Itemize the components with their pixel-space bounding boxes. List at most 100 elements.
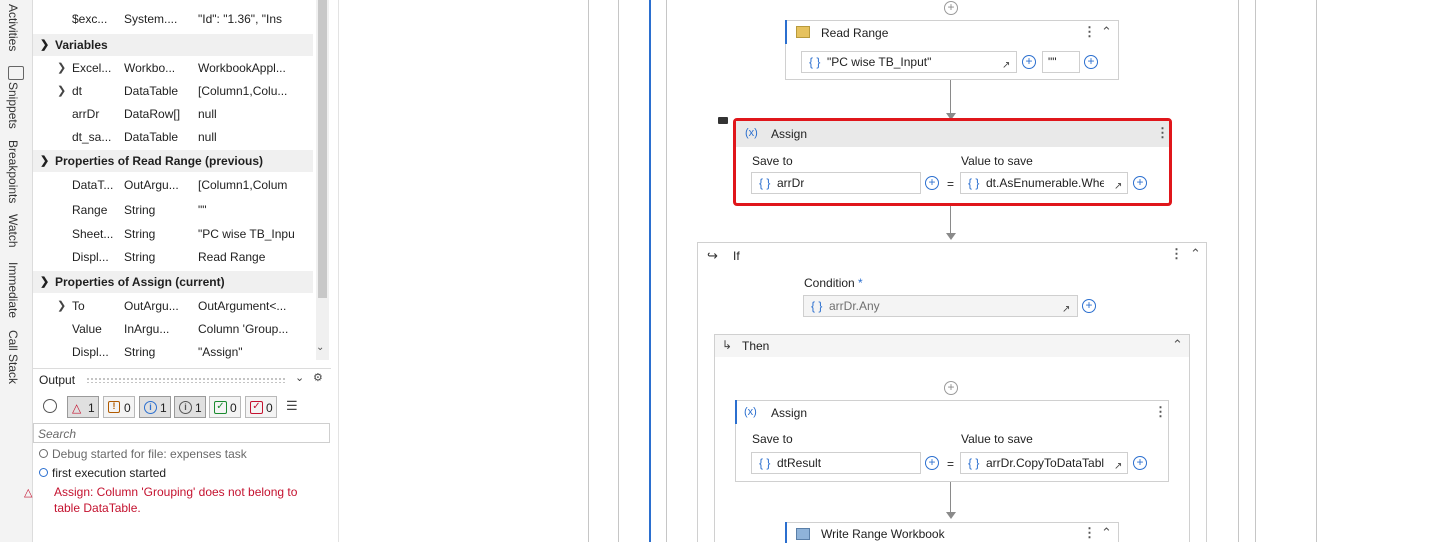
- add-variable-icon[interactable]: +: [1082, 299, 1096, 313]
- chevron-right-icon[interactable]: ❯: [57, 295, 66, 318]
- expression-icon: { }: [968, 176, 980, 190]
- more-options-icon[interactable]: ⋮: [1156, 125, 1169, 141]
- activity-title: Assign: [771, 127, 808, 141]
- sheet-name-field[interactable]: { } "PC wise TB_Input" ↗: [801, 51, 1017, 73]
- add-variable-icon[interactable]: +: [1133, 456, 1147, 470]
- tab-activities[interactable]: Activities: [6, 4, 20, 51]
- info-icon: [39, 468, 48, 477]
- error-icon: △: [24, 487, 33, 499]
- filter-verbose-button[interactable]: ✓ 0: [245, 396, 277, 418]
- save-to-field[interactable]: { } dtResult: [751, 452, 921, 474]
- property-row[interactable]: DataT... OutArgu... [Column1,Colum: [33, 174, 313, 197]
- variable-row[interactable]: dt_sa... DataTable null: [33, 126, 313, 149]
- property-row[interactable]: Value InArgu... Column 'Group...: [33, 318, 313, 341]
- add-variable-icon[interactable]: +: [1084, 55, 1098, 69]
- history-icon[interactable]: [43, 399, 57, 413]
- warning-icon: !: [108, 401, 120, 413]
- filter-warning-button[interactable]: ! 0: [103, 396, 135, 418]
- add-variable-icon[interactable]: +: [925, 456, 939, 470]
- expression-icon: { }: [968, 456, 980, 470]
- collapse-icon[interactable]: ⌃: [1101, 525, 1112, 541]
- section-read-range-properties[interactable]: ❯ Properties of Read Range (previous): [33, 150, 313, 172]
- tab-immediate[interactable]: Immediate: [6, 262, 20, 318]
- tab-snippets[interactable]: Snippets: [6, 82, 20, 129]
- tab-call-stack[interactable]: Call Stack: [6, 330, 20, 384]
- variable-row[interactable]: ❯ Excel... Workbo... WorkbookAppl...: [33, 57, 313, 80]
- property-row[interactable]: Displ... String "Assign": [33, 341, 313, 364]
- more-options-icon[interactable]: ⋮: [1170, 246, 1183, 262]
- success-icon: ✓: [214, 401, 227, 414]
- output-message-error[interactable]: △ Assign: Column 'Grouping' does not belo…: [24, 485, 319, 516]
- more-options-icon[interactable]: ⋮: [1154, 404, 1167, 420]
- info-icon: i: [144, 401, 157, 414]
- filter-success-button[interactable]: ✓ 0: [209, 396, 241, 418]
- condition-field[interactable]: { } arrDr.Any ↗: [803, 295, 1078, 317]
- breakpoint-marker-icon: [718, 117, 728, 124]
- property-row[interactable]: Displ... String Read Range: [33, 246, 313, 269]
- output-title: Output: [39, 373, 76, 387]
- collapse-icon[interactable]: ⌃: [1101, 24, 1112, 40]
- connector-line: [950, 206, 951, 234]
- chevron-right-icon[interactable]: ❯: [57, 80, 66, 103]
- sequence-border-inner2: [666, 0, 667, 542]
- more-options-icon[interactable]: ⋮: [1083, 24, 1096, 40]
- property-row[interactable]: Sheet... String "PC wise TB_Inpu: [33, 223, 313, 246]
- pin-icon[interactable]: ⚙: [313, 371, 323, 384]
- expand-editor-icon[interactable]: ↗: [1114, 177, 1124, 192]
- chevron-right-icon[interactable]: ❯: [57, 57, 66, 80]
- write-range-workbook-activity[interactable]: Write Range Workbook ⋮ ⌃: [785, 522, 1119, 543]
- tab-breakpoints[interactable]: Breakpoints: [6, 140, 20, 203]
- expand-editor-icon[interactable]: ↗: [1114, 457, 1124, 472]
- variable-row[interactable]: ❯ dt DataTable [Column1,Colu...: [33, 80, 313, 103]
- activity-title: Assign: [771, 406, 808, 420]
- output-search-input[interactable]: Search: [33, 423, 330, 443]
- assign-icon: (x): [745, 127, 758, 139]
- sequence-border-left: [588, 0, 589, 542]
- condition-label: Condition *: [804, 276, 863, 290]
- if-branch-icon: ↪: [707, 248, 718, 263]
- add-activity-button[interactable]: +: [944, 381, 958, 395]
- expression-icon: { }: [809, 55, 821, 69]
- save-to-field[interactable]: { } arrDr: [751, 172, 921, 194]
- variable-row[interactable]: arrDr DataRow[] null: [33, 103, 313, 126]
- canvas-divider: [338, 0, 339, 542]
- value-to-save-field[interactable]: { } arrDr.CopyToDataTable ↗: [960, 452, 1128, 474]
- expression-icon: { }: [759, 176, 771, 190]
- side-tool-strip: Activities Snippets Breakpoints Watch Im…: [0, 0, 33, 542]
- variable-row[interactable]: $exc... System.... "Id": "1.36", "Ins: [33, 8, 313, 31]
- filter-trace-button[interactable]: i 1: [174, 396, 206, 418]
- output-message-info: first execution started: [39, 466, 329, 480]
- sequence-border-right3: [1316, 0, 1317, 542]
- output-message-debug: Debug started for file: expenses task: [39, 447, 329, 461]
- collapse-icon[interactable]: ⌃: [1190, 246, 1201, 262]
- panel-drag-grip[interactable]: [86, 377, 286, 383]
- filter-info-button[interactable]: i 1: [139, 396, 171, 418]
- filter-error-button[interactable]: △ 1: [67, 396, 99, 418]
- expression-icon: { }: [811, 299, 823, 313]
- tab-watch[interactable]: Watch: [6, 214, 20, 248]
- locals-scrollbar-thumb[interactable]: [318, 0, 327, 298]
- then-arrow-icon: ↳: [722, 338, 733, 352]
- property-row[interactable]: ❯ To OutArgu... OutArgument<...: [33, 295, 313, 318]
- scroll-down-icon[interactable]: ⌄: [316, 342, 324, 353]
- add-variable-icon[interactable]: +: [1022, 55, 1036, 69]
- expand-editor-icon[interactable]: ↗: [1002, 56, 1012, 71]
- value-to-save-field[interactable]: { } dt.AsEnumerable.Whe ↗: [960, 172, 1128, 194]
- activity-title: Write Range Workbook: [821, 527, 945, 541]
- property-row[interactable]: Range String "": [33, 199, 313, 222]
- collapse-icon[interactable]: ⌃: [1172, 337, 1183, 353]
- add-variable-icon[interactable]: +: [1133, 176, 1147, 190]
- add-variable-icon[interactable]: +: [925, 176, 939, 190]
- activity-accent: [785, 522, 787, 543]
- more-options-icon[interactable]: ⋮: [1083, 525, 1096, 541]
- assign-icon: (x): [744, 406, 757, 418]
- section-assign-properties[interactable]: ❯ Properties of Assign (current): [33, 271, 313, 293]
- panel-dropdown-icon[interactable]: ⌄: [295, 371, 304, 384]
- options-list-icon[interactable]: ☰: [286, 398, 298, 414]
- expand-editor-icon[interactable]: ↗: [1062, 300, 1072, 315]
- range-field[interactable]: "": [1042, 51, 1080, 73]
- activity-title: If: [733, 249, 740, 263]
- section-variables[interactable]: ❯ Variables: [33, 34, 313, 56]
- add-activity-button[interactable]: +: [944, 1, 958, 15]
- chevron-down-icon: ❯: [40, 155, 50, 167]
